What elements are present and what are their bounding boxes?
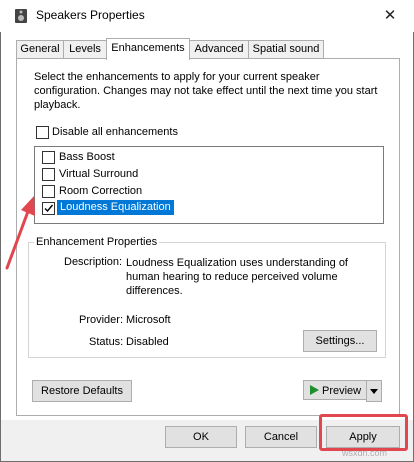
play-icon: [310, 385, 319, 395]
room-correction-label[interactable]: Room Correction: [59, 185, 142, 197]
ok-button[interactable]: OK: [165, 426, 237, 448]
cancel-button[interactable]: Cancel: [245, 426, 317, 448]
restore-defaults-button[interactable]: Restore Defaults: [32, 380, 132, 402]
checkmark-icon: [44, 204, 54, 213]
settings-button[interactable]: Settings...: [303, 330, 377, 352]
preview-dropdown[interactable]: [366, 380, 382, 402]
tab-advanced[interactable]: Advanced: [189, 40, 249, 58]
virtual-surround-label[interactable]: Virtual Surround: [59, 168, 138, 180]
tab-levels[interactable]: Levels: [63, 40, 107, 58]
preview-button[interactable]: Preview: [303, 380, 367, 400]
status-value: Disabled: [126, 336, 169, 348]
enhancement-properties-title: Enhancement Properties: [34, 236, 160, 248]
intro-text: Select the enhancements to apply for you…: [34, 71, 378, 111]
disable-all-checkbox[interactable]: [36, 126, 49, 139]
disable-all-label[interactable]: Disable all enhancements: [52, 126, 178, 138]
chevron-down-icon: [370, 389, 378, 394]
bass-boost-checkbox[interactable]: [42, 151, 55, 164]
description-value: Loudness Equalization uses understanding…: [126, 257, 348, 297]
speaker-icon: [14, 8, 28, 24]
loudness-equalization-label[interactable]: Loudness Equalization: [57, 200, 174, 215]
apply-highlight-box: [319, 414, 408, 451]
description-label: Description:: [64, 256, 123, 268]
annotation-arrow-icon: [5, 196, 35, 270]
window-title: Speakers Properties: [36, 8, 145, 22]
room-correction-checkbox[interactable]: [42, 185, 55, 198]
close-icon[interactable]: ✕: [378, 4, 402, 28]
tab-enhancements[interactable]: Enhancements: [106, 38, 190, 60]
bass-boost-label[interactable]: Bass Boost: [59, 151, 115, 163]
provider-value: Microsoft: [126, 314, 171, 326]
provider-label: Provider:: [79, 314, 124, 326]
tab-general[interactable]: General: [16, 40, 64, 58]
loudness-equalization-checkbox[interactable]: [42, 202, 55, 215]
tab-spatial-sound[interactable]: Spatial sound: [248, 40, 324, 58]
status-label: Status:: [89, 336, 124, 348]
virtual-surround-checkbox[interactable]: [42, 168, 55, 181]
preview-label: Preview: [322, 385, 362, 397]
